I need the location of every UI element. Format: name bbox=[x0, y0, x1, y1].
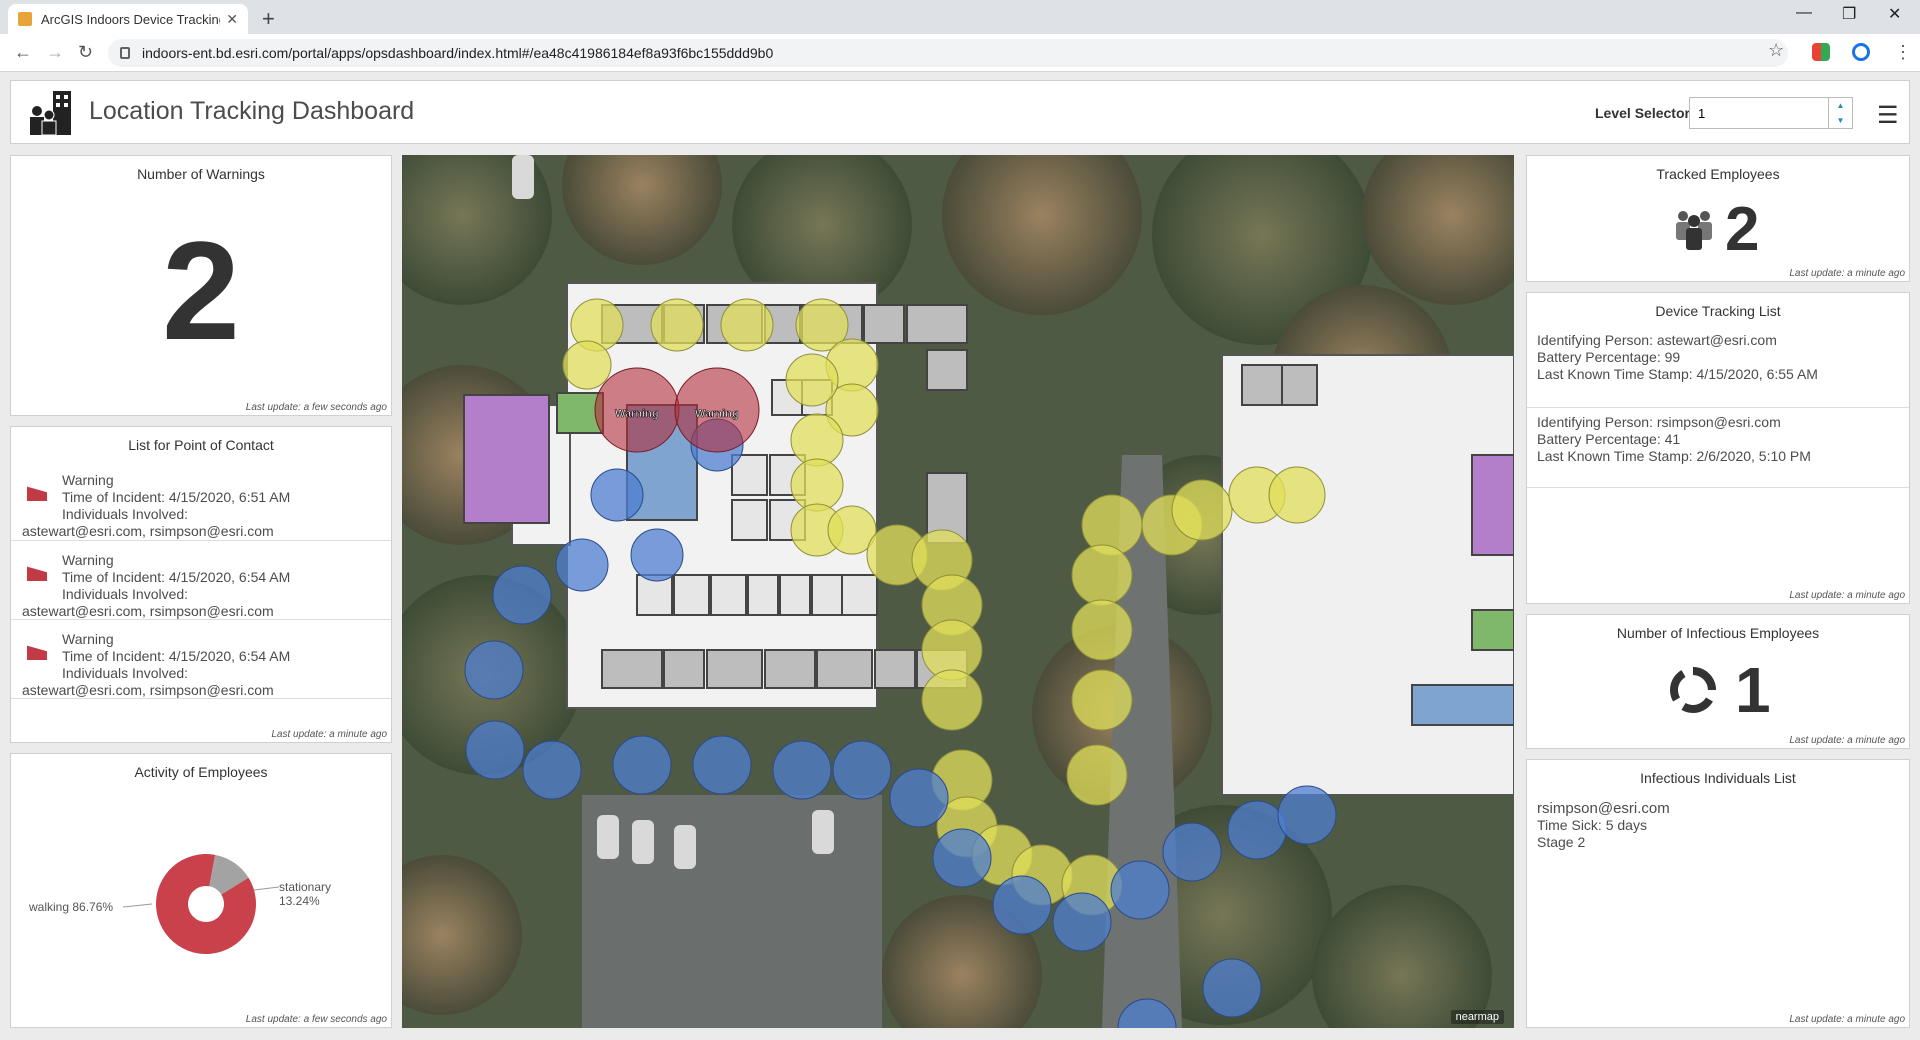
list-item[interactable]: rsimpson@esri.com Time Sick: 5 days Stag… bbox=[1527, 800, 1909, 860]
map-canvas[interactable]: Warning Warning bbox=[402, 155, 1514, 1028]
list-item[interactable]: Warning Time of Incident: 4/15/2020, 6:5… bbox=[11, 620, 391, 699]
stepper-down-icon[interactable]: ▼ bbox=[1829, 113, 1852, 128]
back-icon[interactable]: ← bbox=[14, 42, 32, 63]
panel-title: Device Tracking List bbox=[1527, 303, 1909, 319]
minimize-button[interactable]: — bbox=[1796, 4, 1812, 22]
address-bar-row: ← → ↻ indoors-ent.bd.esri.com/portal/app… bbox=[0, 34, 1920, 72]
list-item[interactable]: Warning Time of Incident: 4/15/2020, 6:5… bbox=[11, 461, 391, 541]
dashboard-header: Location Tracking Dashboard Level Select… bbox=[10, 80, 1910, 144]
stationary-label: stationary 13.24% bbox=[279, 880, 331, 908]
purple-room bbox=[464, 395, 549, 523]
panel-title: List for Point of Contact bbox=[11, 437, 391, 453]
list-item[interactable]: Identifying Person: astewart@esri.com Ba… bbox=[1527, 329, 1909, 408]
panel-title: Number of Infectious Employees bbox=[1527, 625, 1909, 641]
tab-title: ArcGIS Indoors Device Tracking D bbox=[41, 12, 220, 27]
map-attribution: nearmap bbox=[1451, 1010, 1504, 1024]
people-icon bbox=[1672, 206, 1716, 250]
level-selector-label: Level Selector bbox=[1595, 105, 1690, 121]
tracked-count: 2 bbox=[1725, 194, 1759, 265]
browser-tab-bar: ArcGIS Indoors Device Tracking D ✕ + — ❐… bbox=[0, 0, 1920, 34]
restore-button[interactable]: ❐ bbox=[1842, 4, 1856, 24]
hamburger-menu-icon[interactable]: ☰ bbox=[1877, 101, 1899, 130]
last-update: Last update: a few seconds ago bbox=[246, 1014, 387, 1025]
url-field[interactable]: indoors-ent.bd.esri.com/portal/apps/opsd… bbox=[108, 39, 1788, 67]
pie-leader-lines bbox=[11, 754, 392, 1028]
last-update: Last update: a minute ago bbox=[271, 729, 387, 740]
infectious-list-panel: Infectious Individuals List rsimpson@esr… bbox=[1526, 759, 1910, 1028]
level-selector-input[interactable] bbox=[1689, 97, 1829, 129]
infectious-count-panel: Number of Infectious Employees 1 Last up… bbox=[1526, 614, 1910, 749]
warning-label: Warning bbox=[615, 408, 659, 420]
activity-panel: Activity of Employees walking 86.76% sta… bbox=[10, 753, 392, 1028]
panel-title: Tracked Employees bbox=[1527, 166, 1909, 182]
bookmark-star-icon[interactable]: ☆ bbox=[1768, 40, 1784, 61]
list-item[interactable]: Warning Time of Incident: 4/15/2020, 6:5… bbox=[11, 541, 391, 620]
point-of-contact-panel: List for Point of Contact Warning Time o… bbox=[10, 426, 392, 743]
profile-icon[interactable] bbox=[1852, 43, 1870, 61]
lock-icon bbox=[120, 47, 130, 59]
page-title: Location Tracking Dashboard bbox=[89, 97, 414, 126]
right-building bbox=[1222, 355, 1514, 795]
tracked-employees-panel: Tracked Employees 2 Last update: a minut… bbox=[1526, 155, 1910, 282]
panel-title: Number of Warnings bbox=[11, 166, 391, 182]
last-update: Last update: a minute ago bbox=[1789, 1014, 1905, 1025]
browser-menu-icon[interactable]: ⋮ bbox=[1894, 42, 1912, 63]
last-update: Last update: a minute ago bbox=[1789, 268, 1905, 279]
extension-icon[interactable] bbox=[1812, 43, 1830, 61]
warnings-panel: Number of Warnings 2 Last update: a few … bbox=[10, 155, 392, 416]
indoor-map[interactable]: Warning Warning nearmap bbox=[402, 155, 1514, 1028]
parking-lot bbox=[582, 795, 882, 1028]
warning-flag-icon bbox=[27, 644, 47, 660]
forward-icon[interactable]: → bbox=[46, 42, 64, 63]
warning-flag-icon bbox=[27, 485, 47, 501]
device-tracking-panel: Device Tracking List Identifying Person:… bbox=[1526, 292, 1910, 604]
last-update: Last update: a minute ago bbox=[1789, 590, 1905, 601]
last-update: Last update: a few seconds ago bbox=[246, 402, 387, 413]
warning-label: Warning bbox=[695, 408, 739, 420]
site-favicon-icon bbox=[18, 12, 32, 26]
infectious-count: 1 bbox=[1735, 653, 1771, 727]
tab-close-icon[interactable]: ✕ bbox=[226, 11, 238, 28]
list-item[interactable]: Identifying Person: rsimpson@esri.com Ba… bbox=[1527, 408, 1909, 488]
panel-title: Infectious Individuals List bbox=[1527, 770, 1909, 786]
warnings-count: 2 bbox=[11, 221, 391, 361]
people-building-logo-icon bbox=[27, 89, 73, 137]
warning-flag-icon bbox=[27, 565, 47, 581]
url-text: indoors-ent.bd.esri.com/portal/apps/opsd… bbox=[142, 45, 773, 61]
walking-label: walking 86.76% bbox=[29, 900, 113, 914]
level-stepper[interactable]: ▲ ▼ bbox=[1829, 97, 1853, 129]
browser-tab[interactable]: ArcGIS Indoors Device Tracking D ✕ bbox=[8, 4, 248, 34]
reload-icon[interactable]: ↻ bbox=[78, 42, 93, 63]
stepper-up-icon[interactable]: ▲ bbox=[1829, 98, 1852, 113]
refresh-cycle-icon bbox=[1664, 661, 1722, 719]
last-update: Last update: a minute ago bbox=[1789, 735, 1905, 746]
close-window-button[interactable]: ✕ bbox=[1888, 4, 1901, 24]
new-tab-button[interactable]: + bbox=[262, 6, 275, 32]
